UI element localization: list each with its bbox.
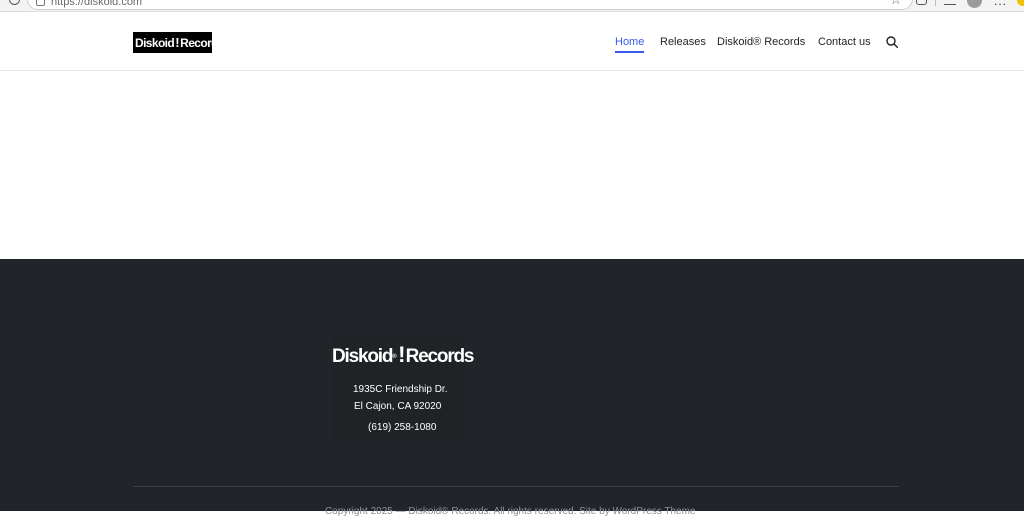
more-menu-icon[interactable]: ... [994,0,1007,7]
nav-item-diskoid-records[interactable]: Diskoid® Records [717,35,805,49]
site-footer: Diskoid®ǃRecords 1935C Friendship Dr. El… [0,259,1024,517]
main-navigation: Home Releases Diskoid® Records Contact u… [0,35,1024,57]
main-content [0,71,1024,259]
logo-figure-icon: ǃ [398,342,405,367]
reload-icon[interactable] [9,0,20,5]
logo-text-right: Records [405,346,475,367]
site-info-icon[interactable] [36,0,45,6]
nav-item-label: Releases [660,36,706,48]
nav-item-label: Contact us [818,36,871,48]
footer-logo[interactable]: Diskoid®ǃRecords [332,341,475,369]
url-text[interactable]: https://diskoid.com [51,0,142,8]
search-icon[interactable] [886,36,898,48]
toolbar-separator [935,0,936,6]
extensions-icon[interactable] [916,0,927,5]
nav-item-label: Diskoid® Records [717,36,806,48]
nav-item-home[interactable]: Home [615,35,645,53]
footer-divider [133,486,899,487]
copyright-text: Copyright 2025 — Diskoid® Records. All r… [325,506,696,517]
phone-number: (619) 258-1080 [368,422,437,433]
address-bar[interactable]: https://diskoid.com ☆ [27,0,913,10]
logo-text-left: Diskoid [332,346,393,367]
copilot-icon[interactable] [1017,0,1024,6]
active-nav-indicator [615,51,645,53]
favorites-icon[interactable] [944,0,956,5]
address-line-2: El Cajon, CA 92020 [354,401,442,412]
browser-toolbar: https://diskoid.com ☆ ... [0,0,1024,12]
site-header: DiskoidǃRecords Home Releases Diskoid® R… [0,12,1024,71]
bookmark-star-icon[interactable]: ☆ [889,0,902,6]
nav-item-label: Home [615,36,645,48]
profile-avatar-icon[interactable] [967,0,982,8]
nav-item-contact-us[interactable]: Contact us [818,35,871,49]
address-line-1: 1935C Friendship Dr. [353,384,448,395]
nav-item-releases[interactable]: Releases [660,35,706,49]
